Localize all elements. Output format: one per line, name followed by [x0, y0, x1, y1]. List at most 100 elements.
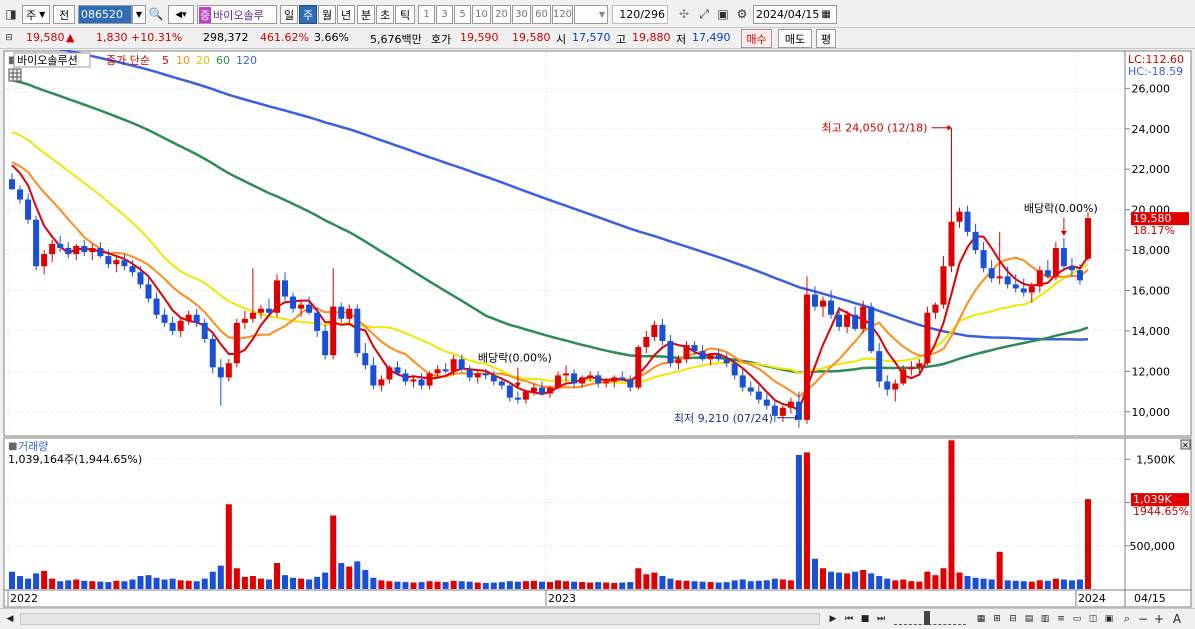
volume-bar [1068, 580, 1075, 589]
candle-body [571, 373, 578, 384]
volume-bar [105, 582, 112, 589]
price-panel[interactable] [3, 50, 1126, 437]
interval-10[interactable]: 10 [472, 5, 491, 24]
candle-body [884, 381, 891, 390]
stock-code-input[interactable]: 086520 [78, 5, 132, 24]
volume-bar [474, 582, 481, 589]
market-select[interactable]: 주 ▼ [22, 5, 50, 24]
columns-icon[interactable]: ▥ [1038, 612, 1052, 626]
candle-body [980, 250, 987, 269]
candle-body [667, 341, 674, 364]
period-second[interactable]: 초 [376, 5, 394, 24]
expand-icon[interactable]: ⊟ [1, 30, 17, 46]
open-label: 시 [556, 33, 567, 46]
volume-bar [795, 454, 802, 589]
zoom-slider-thumb[interactable] [924, 611, 930, 625]
evaluate-button[interactable]: 평 [816, 29, 836, 48]
code-dropdown-icon[interactable]: ▼ [132, 5, 146, 24]
volume-bar [137, 576, 144, 589]
candle-body [490, 375, 497, 382]
crosshair-icon[interactable]: ✣ [676, 6, 692, 22]
candle-body [691, 345, 698, 352]
volume-bar [571, 581, 578, 589]
date-field[interactable]: 2024/04/15 ▦ [753, 5, 837, 24]
interval-dropdown[interactable]: ▼ [574, 5, 608, 24]
zoom-in-icon[interactable]: + [1152, 612, 1166, 626]
scroll-track[interactable] [20, 613, 820, 625]
ma-period-60: 60 [216, 54, 230, 67]
stop-icon[interactable]: ■ [858, 612, 872, 626]
candle-body [723, 359, 730, 364]
menu-icon[interactable]: ◨ [3, 6, 19, 22]
speaker-icon[interactable]: ◀▾ [168, 5, 194, 24]
scroll-right-icon[interactable]: ▶ [826, 612, 840, 626]
volume-bar [1044, 580, 1051, 589]
gear-icon[interactable]: ⚙ [734, 6, 750, 22]
period-year[interactable]: 년 [337, 5, 355, 24]
period-week[interactable]: 주 [299, 5, 317, 24]
text-size-icon[interactable]: A [1170, 612, 1184, 626]
zoom-out-icon[interactable]: − [1136, 612, 1150, 626]
zoom-slider[interactable] [894, 611, 966, 625]
split-icon[interactable]: ◫ [1086, 612, 1100, 626]
volume-bar [65, 580, 72, 589]
period-day[interactable]: 일 [280, 5, 298, 24]
calendar-icon[interactable]: ▦ [821, 9, 830, 20]
sell-button[interactable]: 매도 [778, 29, 812, 48]
volume-bar [490, 582, 497, 589]
volume-bar [980, 578, 987, 589]
toolbar: ◨ 주 ▼ 전 086520 ▼ 🔍 ◀▾ 증 바이오솔루 일 주 월 년 분 초 … [0, 0, 1195, 28]
volume-bar [844, 573, 851, 589]
candle-body [546, 387, 554, 394]
candle-body [121, 260, 128, 267]
search-icon[interactable]: 🔍 [148, 6, 164, 22]
candle-body [932, 304, 939, 313]
save-icon[interactable]: ▣ [715, 6, 731, 22]
ma-period-10: 10 [176, 54, 190, 67]
prev-button[interactable]: 전 [53, 5, 75, 24]
candle-body [514, 397, 521, 400]
interval-3[interactable]: 3 [436, 5, 453, 24]
panel-icon[interactable]: ▣ [1102, 612, 1116, 626]
volume-bar [1084, 499, 1091, 589]
volume-bar [81, 580, 88, 589]
list-icon[interactable]: ≡ [1054, 612, 1068, 626]
interval-60[interactable]: 60 [532, 5, 551, 24]
price-tick-label: 10,000 [1132, 406, 1171, 419]
candle-body [1044, 270, 1051, 277]
price-volume-chart[interactable]: 26,00024,00022,00020,00018,00016,00014,0… [0, 37, 1195, 608]
interval-30[interactable]: 30 [512, 5, 531, 24]
volume-bar [442, 582, 449, 589]
first-page-icon[interactable]: ⏮ [842, 612, 856, 626]
volume-bar [996, 551, 1003, 589]
period-month[interactable]: 월 [318, 5, 336, 24]
interval-120[interactable]: 120 [552, 5, 573, 24]
x-tick-label: 2022 [10, 592, 38, 605]
window-icon[interactable]: ▭ [1070, 612, 1084, 626]
fit-icon[interactable]: ⊞ [990, 612, 1004, 626]
volume-bar [145, 575, 152, 589]
table-icon[interactable] [8, 68, 22, 82]
volume-bar [587, 582, 594, 589]
last-page-icon[interactable]: ⏭ [874, 612, 888, 626]
chart-area[interactable]: 26,000 24,000 22,000 20,000 18,000 16,000 14,0… [0, 37, 1195, 608]
buy-button[interactable]: 매수 [741, 29, 772, 48]
period-tick[interactable]: 틱 [395, 5, 415, 24]
volume-bar [506, 581, 513, 589]
period-minute[interactable]: 분 [357, 5, 375, 24]
count-field[interactable]: 120/296 [612, 5, 668, 24]
interval-1[interactable]: 1 [418, 5, 435, 24]
bottom-scrollbar[interactable]: ◀ ▶ ⏮ ■ ⏭ ▦ ⊞ ⊟ ▤ ▥ ≡ ▭ ◫ ▣ ⌕ − + A [0, 608, 1195, 629]
zoom-search-icon[interactable]: ⌕ [1120, 612, 1134, 626]
scroll-left-icon[interactable]: ◀ [3, 612, 17, 626]
full-view-icon[interactable]: ▦ [974, 612, 988, 626]
interval-5[interactable]: 5 [454, 5, 471, 24]
volume-panel[interactable] [3, 437, 1126, 591]
volume-bar [185, 580, 192, 589]
candle-body [948, 221, 955, 267]
interval-20[interactable]: 20 [492, 5, 511, 24]
stock-name-field[interactable]: 증 바이오솔루 [197, 5, 277, 24]
settings-view-icon[interactable]: ▤ [1022, 612, 1036, 626]
draw-line-icon[interactable]: ⤢ [696, 6, 712, 22]
grid-view-icon[interactable]: ⊟ [1006, 612, 1020, 626]
